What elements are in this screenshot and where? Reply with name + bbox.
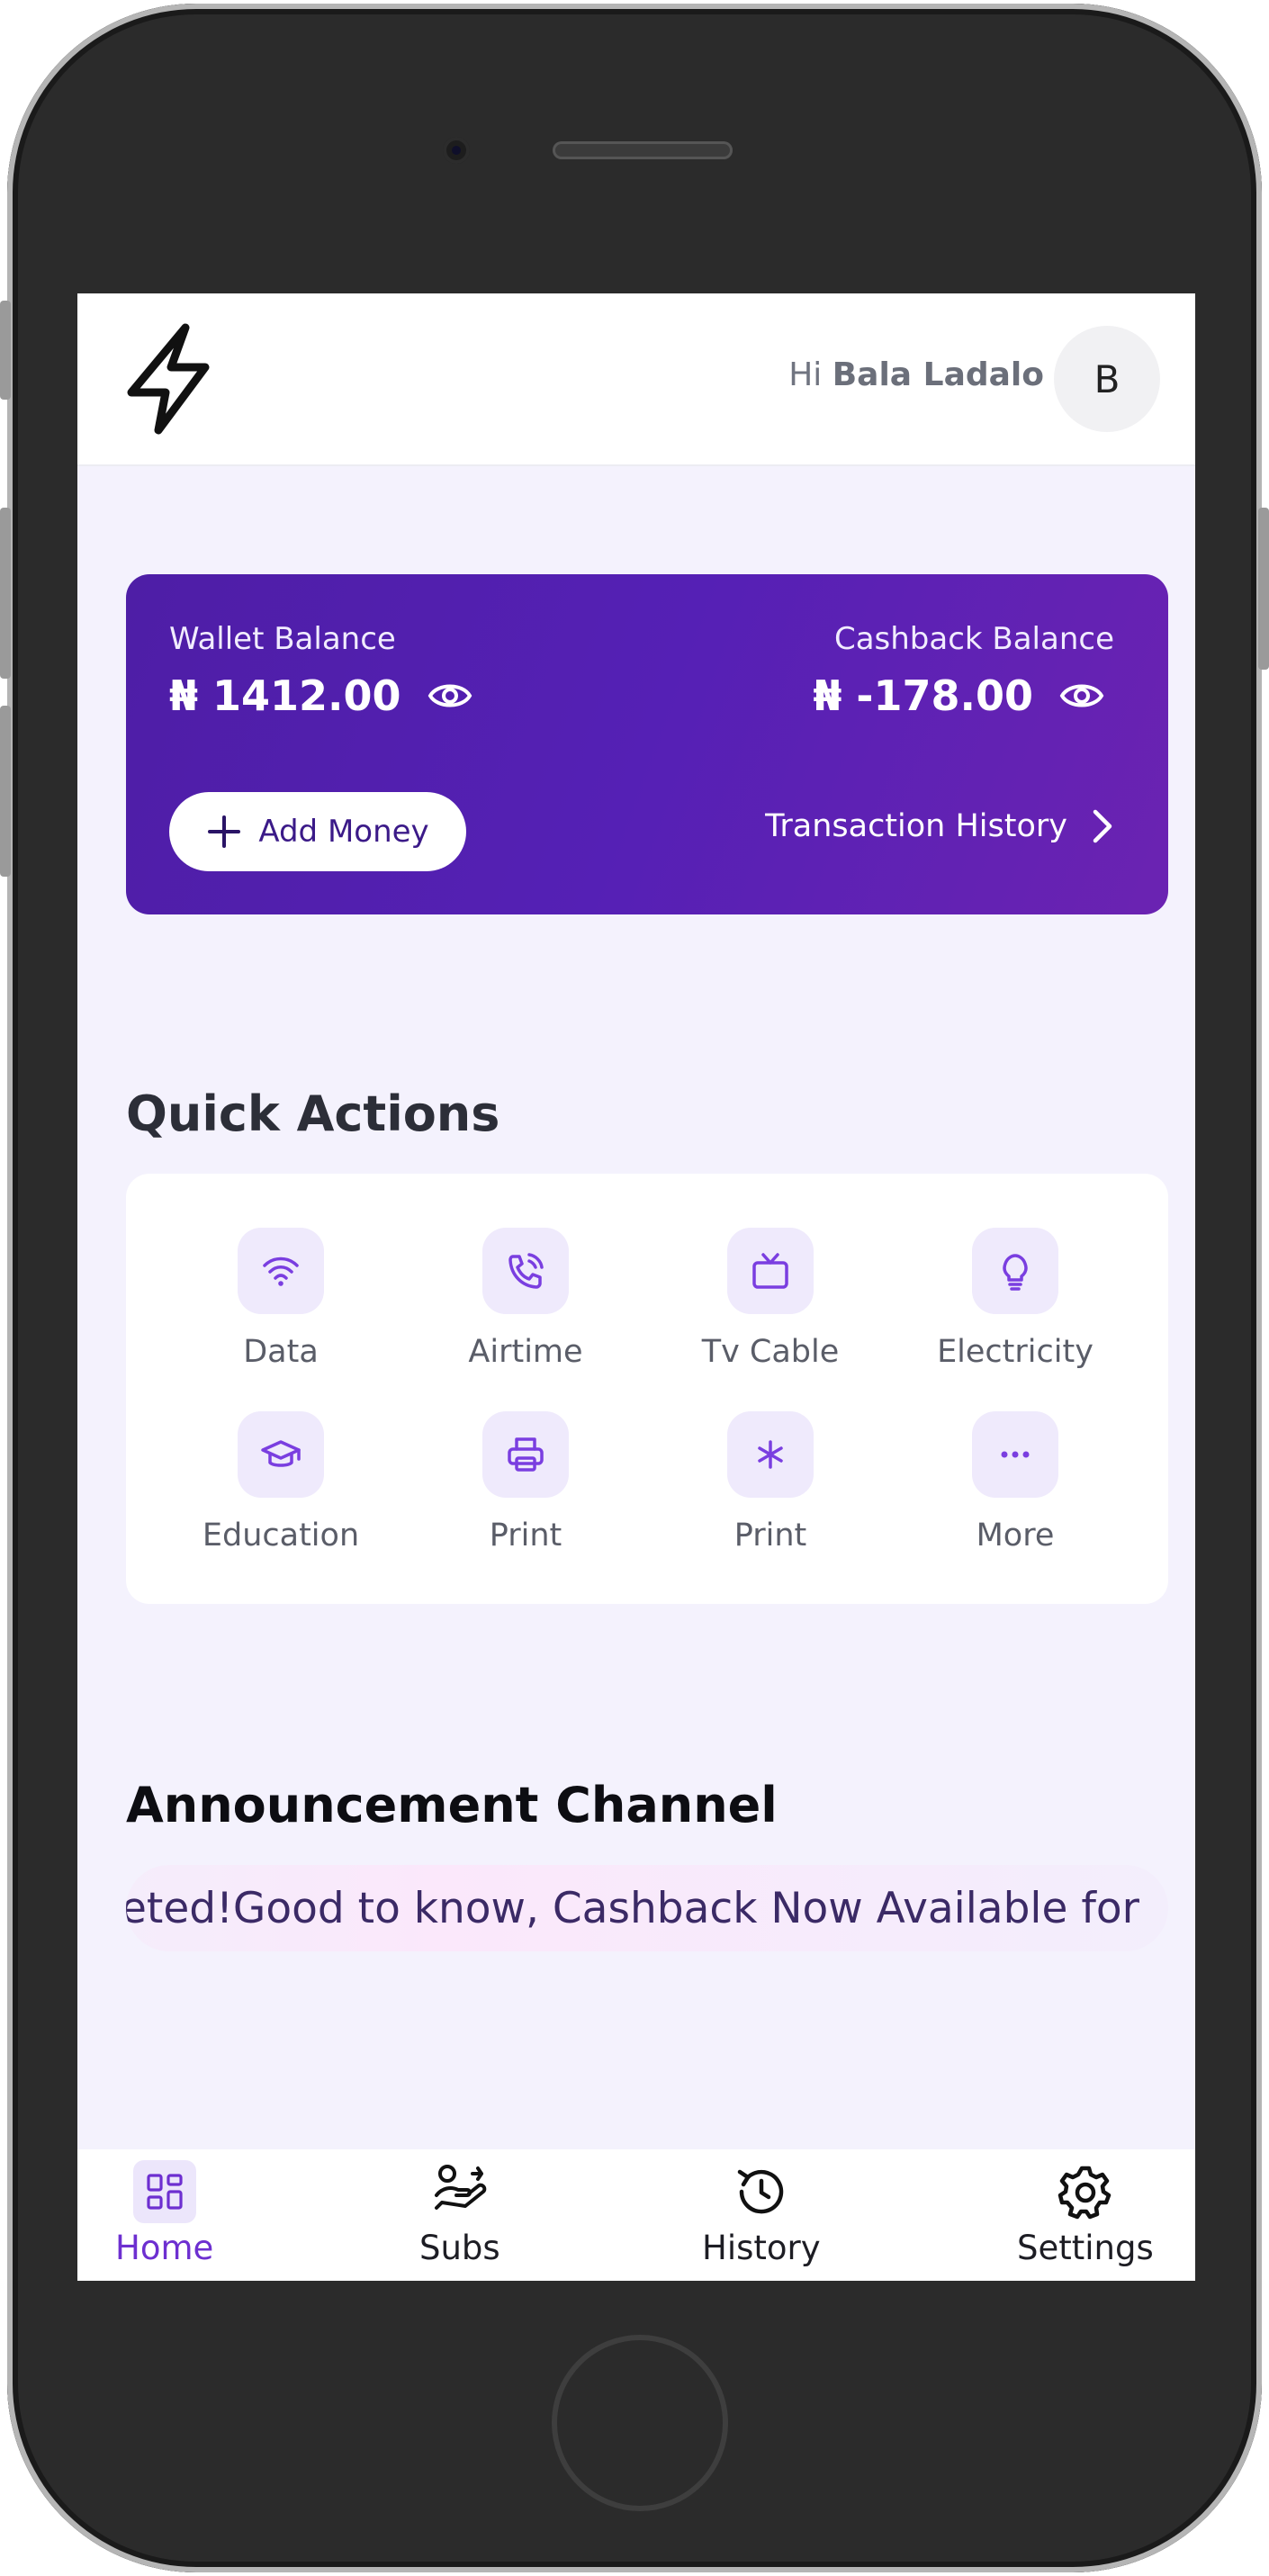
announcement-ticker[interactable]: eted!Good to know, Cashback Now Availabl… <box>126 1865 1168 1951</box>
quick-action-label: Print <box>489 1518 562 1554</box>
wallet-balance: ₦ 1412.00 <box>169 671 473 720</box>
nav-label: Home <box>115 2229 214 2267</box>
bottom-nav: Home Subs History Settings <box>77 2149 1195 2281</box>
dashboard-icon <box>132 2160 196 2223</box>
volume-up-button <box>0 508 11 679</box>
home-button[interactable] <box>552 2335 728 2511</box>
front-camera <box>443 137 470 164</box>
quick-action-more[interactable]: More <box>925 1411 1105 1554</box>
wifi-icon <box>238 1228 324 1314</box>
quick-action-print[interactable]: Print <box>436 1411 616 1554</box>
wallet-balance-amount: ₦ 1412.00 <box>169 671 401 720</box>
quick-action-airtime[interactable]: Airtime <box>436 1228 616 1370</box>
nav-label: Subs <box>419 2229 500 2267</box>
quick-action-print-2[interactable]: Print <box>680 1411 860 1554</box>
eye-icon[interactable] <box>427 672 473 719</box>
lightbulb-icon <box>972 1228 1058 1314</box>
phone-call-icon <box>482 1228 569 1314</box>
add-money-button[interactable]: Add Money <box>169 792 466 871</box>
nav-subs[interactable]: Subs <box>419 2160 500 2267</box>
quick-action-education[interactable]: Education <box>191 1411 371 1554</box>
gear-icon <box>1054 2160 1117 2223</box>
printer-icon <box>482 1411 569 1498</box>
phone-frame: Hi Bala Ladalo B Wallet Balance ₦ 1412.0… <box>0 4 1269 2572</box>
more-dots-icon <box>972 1411 1058 1498</box>
quick-action-label: Print <box>734 1518 807 1554</box>
nav-label: History <box>702 2229 821 2267</box>
wallet-card: Wallet Balance ₦ 1412.00 Cashback Balanc… <box>126 574 1168 914</box>
announcement-text: eted!Good to know, Cashback Now Availabl… <box>126 1883 1139 1933</box>
eye-icon[interactable] <box>1058 672 1105 719</box>
quick-action-tv-cable[interactable]: Tv Cable <box>680 1228 860 1370</box>
nav-home[interactable]: Home <box>115 2160 213 2267</box>
quick-action-label: Education <box>202 1518 360 1554</box>
graduation-cap-icon <box>238 1411 324 1498</box>
nav-label: Settings <box>1017 2229 1154 2267</box>
lightning-logo-icon[interactable] <box>122 320 212 437</box>
app-header: Hi Bala Ladalo B <box>77 293 1195 466</box>
transaction-history-label: Transaction History <box>765 808 1067 844</box>
quick-action-label: Airtime <box>468 1334 583 1370</box>
cashback-balance: ₦ -178.00 <box>813 671 1105 720</box>
greeting-prefix: Hi <box>788 356 823 393</box>
asterisk-icon <box>727 1411 814 1498</box>
nav-history[interactable]: History <box>702 2160 821 2267</box>
announcement-title: Announcement Channel <box>126 1777 778 1833</box>
volume-down-button <box>0 706 11 877</box>
quick-action-data[interactable]: Data <box>191 1228 371 1370</box>
greeting: Hi Bala Ladalo <box>788 356 1044 393</box>
hand-coins-icon <box>428 2160 491 2223</box>
wallet-balance-label: Wallet Balance <box>169 621 396 657</box>
cashback-balance-label: Cashback Balance <box>833 621 1114 657</box>
app-screen: Hi Bala Ladalo B Wallet Balance ₦ 1412.0… <box>77 293 1195 2281</box>
user-name: Bala Ladalo <box>832 356 1044 393</box>
chevron-right-icon <box>1093 809 1112 843</box>
tv-icon <box>727 1228 814 1314</box>
earpiece-speaker <box>553 141 733 159</box>
mute-switch <box>0 301 11 400</box>
transaction-history-link[interactable]: Transaction History <box>765 808 1114 844</box>
add-money-label: Add Money <box>258 814 429 850</box>
nav-settings[interactable]: Settings <box>1017 2160 1154 2267</box>
quick-action-label: Data <box>243 1334 319 1370</box>
power-button <box>1258 508 1269 670</box>
history-icon <box>730 2160 793 2223</box>
quick-action-label: Electricity <box>937 1334 1094 1370</box>
quick-action-electricity[interactable]: Electricity <box>925 1228 1105 1370</box>
quick-action-label: Tv Cable <box>701 1334 840 1370</box>
quick-action-label: More <box>976 1518 1055 1554</box>
cashback-balance-amount: ₦ -178.00 <box>813 671 1033 720</box>
quick-actions-title: Quick Actions <box>126 1085 500 1142</box>
plus-icon <box>208 815 241 848</box>
quick-actions-card: Data Airtime Tv Cable Electricity Educat… <box>126 1174 1168 1604</box>
avatar[interactable]: B <box>1054 326 1160 432</box>
